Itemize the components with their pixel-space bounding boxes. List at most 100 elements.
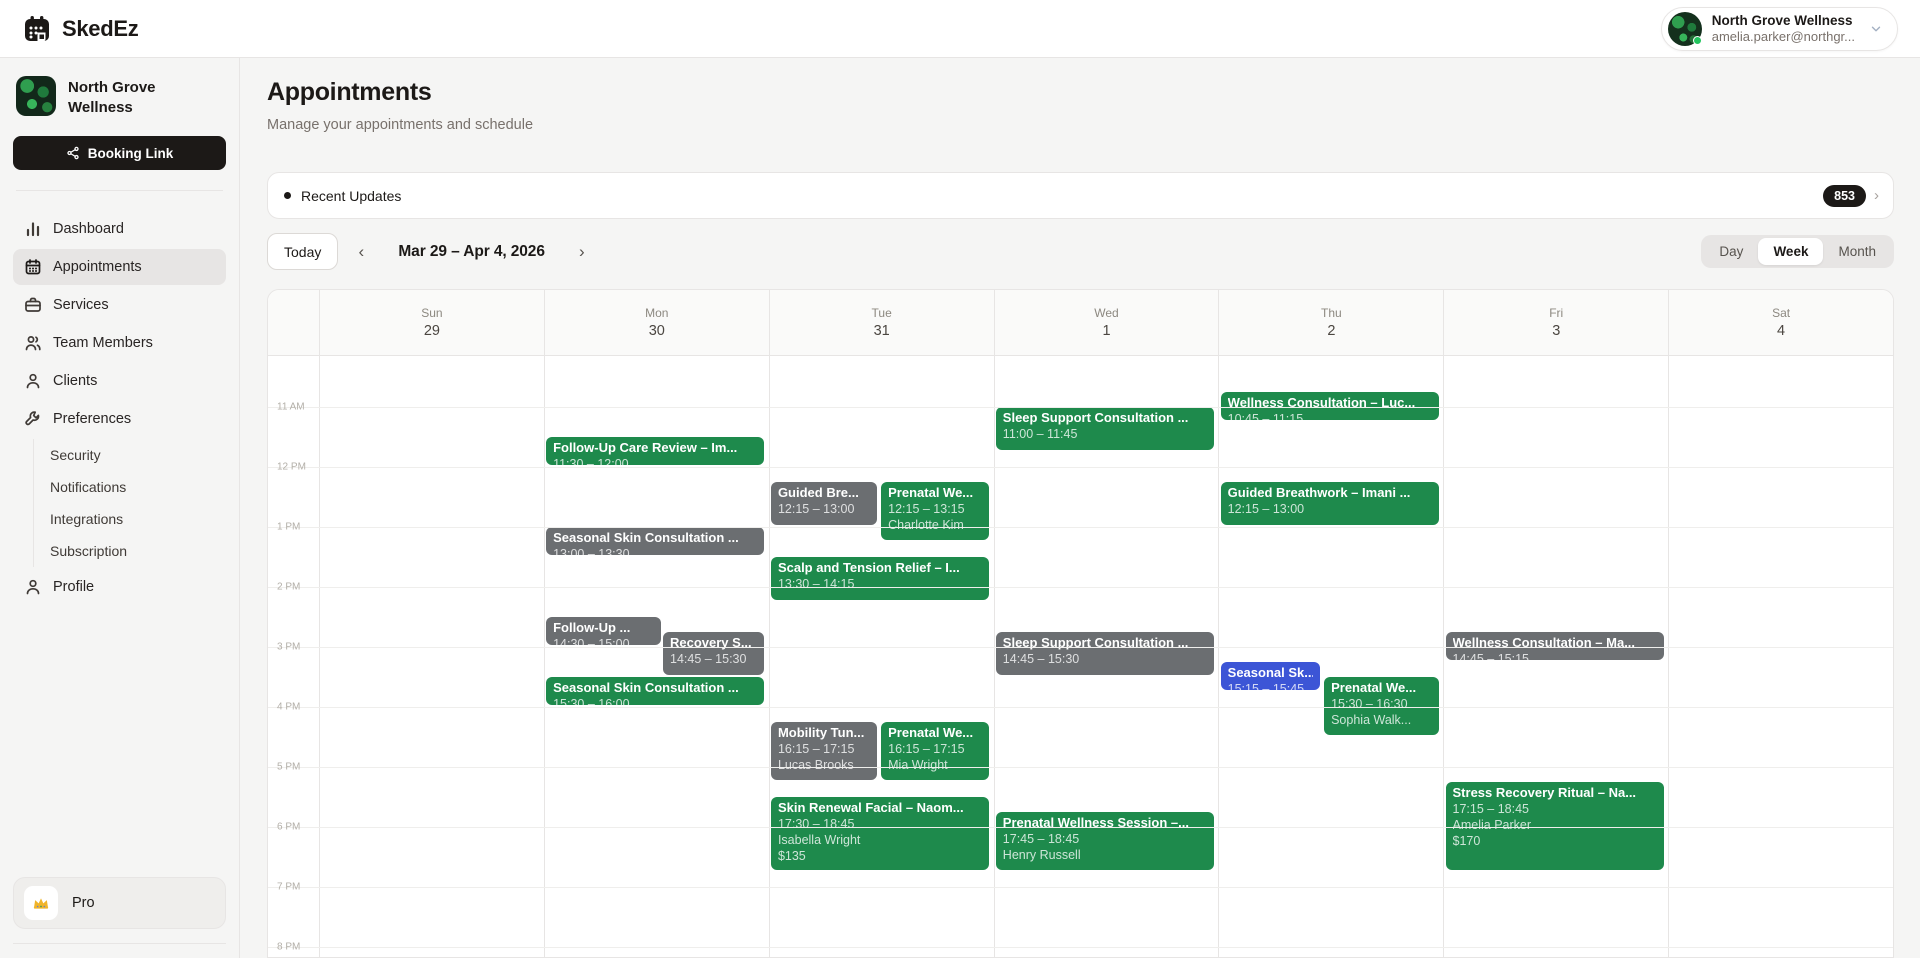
sidebar-item-preferences[interactable]: Preferences (13, 401, 226, 437)
updates-count-badge: 853 (1823, 185, 1866, 207)
event-detail: Amelia Parker (1453, 817, 1657, 833)
sidebar-item-notifications[interactable]: Notifications (38, 471, 226, 503)
calendar-event[interactable]: Scalp and Tension Relief – I...13:30 – 1… (771, 557, 989, 600)
time-label: 1 PM (277, 522, 300, 533)
sidebar-item-team-members[interactable]: Team Members (13, 325, 226, 361)
calendar-event[interactable]: Skin Renewal Facial – Naom...17:30 – 18:… (771, 797, 989, 870)
event-time: 10:45 – 11:15 (1228, 411, 1432, 420)
event-detail: $170 (1453, 833, 1657, 849)
calendar-event[interactable]: Sleep Support Consultation ...11:00 – 11… (996, 407, 1214, 450)
crown-icon (24, 886, 58, 920)
page-title: Appointments (267, 78, 1894, 107)
calendar-event[interactable]: Stress Recovery Ritual – Na...17:15 – 18… (1446, 782, 1664, 870)
calendar-event[interactable]: Seasonal Skin Consultation ...13:00 – 13… (546, 527, 764, 555)
next-week-button[interactable]: › (565, 235, 599, 269)
event-time: 17:30 – 18:45 (778, 816, 982, 832)
calendar-event[interactable]: Guided Bre...12:15 – 13:00 (771, 482, 877, 525)
time-label: 6 PM (277, 822, 300, 833)
event-time: 16:15 – 17:15 (888, 741, 982, 757)
calendar-event[interactable]: Sleep Support Consultation ...14:45 – 15… (996, 632, 1214, 675)
event-title: Guided Bre... (778, 484, 870, 501)
day-name: Fri (1549, 306, 1563, 320)
calendar-event[interactable]: Wellness Consultation – Luc...10:45 – 11… (1221, 392, 1439, 420)
sidebar-item-appointments[interactable]: Appointments (13, 249, 226, 285)
day-column-fri[interactable]: Wellness Consultation – Ma...14:45 – 15:… (1443, 356, 1668, 957)
event-title: Wellness Consultation – Luc... (1228, 394, 1432, 411)
calendar-event[interactable]: Prenatal We...15:30 – 16:30Sophia Walk..… (1324, 677, 1439, 735)
sidebar-item-profile[interactable]: Profile (13, 569, 226, 605)
sidebar-item-clients[interactable]: Clients (13, 363, 226, 399)
sidebar-item-subscription[interactable]: Subscription (38, 535, 226, 567)
account-email: amelia.parker@northgr... (1712, 29, 1855, 45)
event-time: 11:00 – 11:45 (1003, 426, 1207, 442)
day-name: Tue (872, 306, 892, 320)
event-detail: Sophia Walk... (1331, 712, 1432, 728)
time-label: 5 PM (277, 762, 300, 773)
day-column-wed[interactable]: Sleep Support Consultation ...11:00 – 11… (994, 356, 1219, 957)
today-button[interactable]: Today (267, 233, 338, 270)
account-menu[interactable]: North Grove Wellness amelia.parker@north… (1661, 7, 1898, 51)
event-time: 11:30 – 12:00 (553, 456, 757, 465)
sidebar-item-dashboard[interactable]: Dashboard (13, 211, 226, 247)
day-name: Sun (421, 306, 442, 320)
account-org-name: North Grove Wellness (1712, 13, 1855, 29)
calendar-event[interactable]: Follow-Up Care Review – Im...11:30 – 12:… (546, 437, 764, 465)
day-number: 31 (874, 323, 890, 339)
time-label: 8 PM (277, 942, 300, 953)
calendar-event[interactable]: Prenatal We...12:15 – 13:15Charlotte Kim (881, 482, 989, 540)
calendar-event[interactable]: Prenatal We...16:15 – 17:15Mia Wright (881, 722, 989, 780)
event-title: Mobility Tun... (778, 724, 870, 741)
prev-week-button[interactable]: ‹ (344, 235, 378, 269)
calendar-event[interactable]: Mobility Tun...16:15 – 17:15Lucas Brooks (771, 722, 877, 780)
hour-gridline (268, 887, 1893, 888)
recent-updates-bar[interactable]: Recent Updates 853 › (267, 172, 1894, 219)
recent-updates-label: Recent Updates (301, 188, 401, 204)
event-title: Prenatal We... (1331, 679, 1432, 696)
sidebar-item-services[interactable]: Services (13, 287, 226, 323)
view-month-button[interactable]: Month (1823, 238, 1891, 265)
day-number: 29 (424, 323, 440, 339)
calendar-toolbar: Today ‹ Mar 29 – Apr 4, 2026 › Day Week … (267, 233, 1894, 270)
view-week-button[interactable]: Week (1758, 238, 1823, 265)
day-column-sat[interactable] (1668, 356, 1893, 957)
divider (13, 943, 226, 944)
time-gutter-spacer (268, 290, 319, 355)
calendar-event[interactable]: Seasonal Sk...15:15 – 15:45 (1221, 662, 1320, 690)
event-time: 16:15 – 17:15 (778, 741, 870, 757)
day-number: 4 (1777, 323, 1785, 339)
event-title: Prenatal Wellness Session –... (1003, 814, 1207, 831)
day-name: Sat (1772, 306, 1790, 320)
day-column-tue[interactable]: Guided Bre...12:15 – 13:00Prenatal We...… (769, 356, 994, 957)
event-time: 12:15 – 13:00 (1228, 501, 1432, 517)
sidebar-item-integrations[interactable]: Integrations (38, 503, 226, 535)
calendar-event[interactable]: Wellness Consultation – Ma...14:45 – 15:… (1446, 632, 1664, 660)
event-title: Scalp and Tension Relief – I... (778, 559, 982, 576)
online-status-dot (1693, 36, 1702, 45)
chevron-down-icon (1869, 22, 1883, 36)
page-subtitle: Manage your appointments and schedule (267, 117, 1894, 133)
calendar-event[interactable]: Recovery S...14:45 – 15:30 (663, 632, 764, 675)
day-name: Thu (1321, 306, 1342, 320)
hour-gridline (268, 587, 1893, 588)
view-switcher: Day Week Month (1701, 235, 1894, 268)
user-icon (24, 372, 42, 390)
plan-badge[interactable]: Pro (13, 877, 226, 929)
event-title: Follow-Up ... (553, 619, 654, 636)
chevron-right-icon: › (1874, 187, 1879, 204)
calendar-event[interactable]: Prenatal Wellness Session –...17:45 – 18… (996, 812, 1214, 870)
workspace-avatar (16, 76, 56, 116)
booking-link-button[interactable]: Booking Link (13, 136, 226, 170)
event-title: Wellness Consultation – Ma... (1453, 634, 1657, 651)
calendar-grid[interactable]: Follow-Up Care Review – Im...11:30 – 12:… (268, 356, 1893, 957)
day-column-sun[interactable] (319, 356, 544, 957)
time-label: 7 PM (277, 882, 300, 893)
view-day-button[interactable]: Day (1704, 238, 1758, 265)
day-column-thu[interactable]: Wellness Consultation – Luc...10:45 – 11… (1218, 356, 1443, 957)
day-column-mon[interactable]: Follow-Up Care Review – Im...11:30 – 12:… (544, 356, 769, 957)
calendar-event[interactable]: Guided Breathwork – Imani ...12:15 – 13:… (1221, 482, 1439, 525)
briefcase-icon (24, 296, 42, 314)
calendar-event[interactable]: Seasonal Skin Consultation ...15:30 – 16… (546, 677, 764, 705)
sidebar-item-security[interactable]: Security (38, 439, 226, 471)
calendar-event[interactable]: Follow-Up ...14:30 – 15:00 (546, 617, 661, 645)
day-header-fri: Fri3 (1443, 290, 1668, 355)
